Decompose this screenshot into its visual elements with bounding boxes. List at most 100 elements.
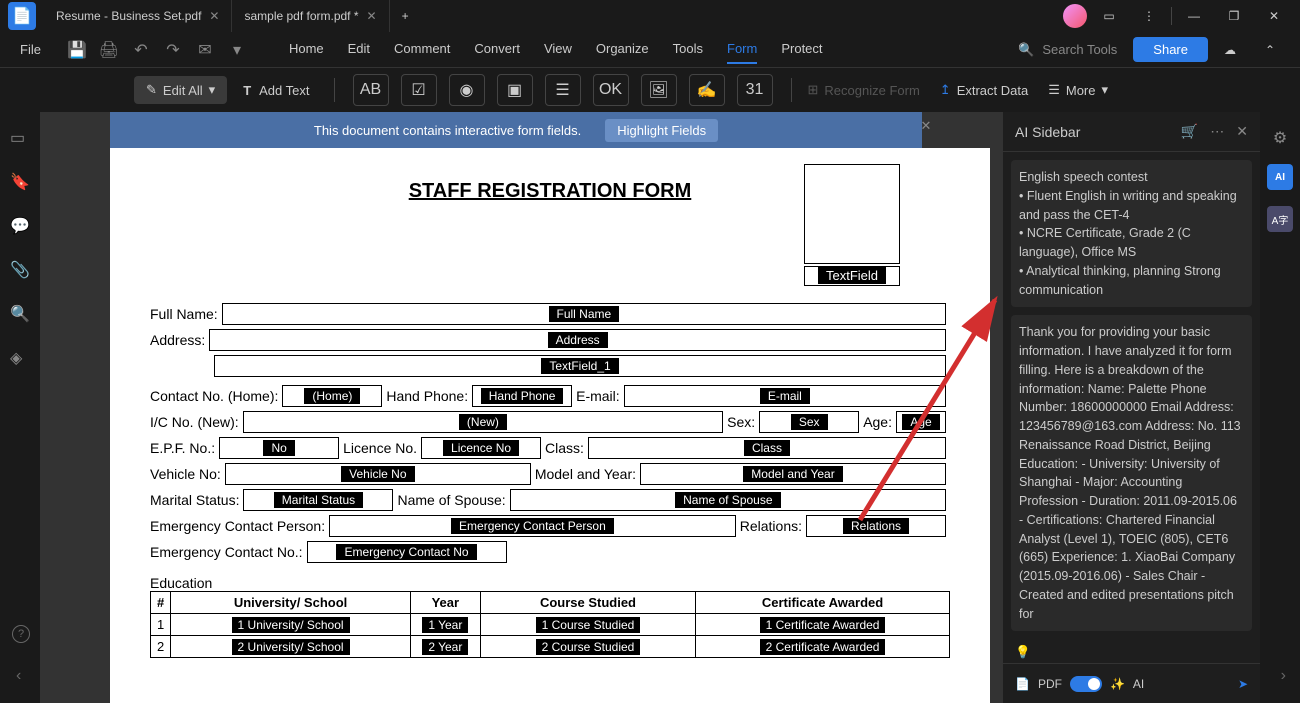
nav-convert[interactable]: Convert — [474, 35, 520, 64]
recognize-form-button[interactable]: ⊞ Recognize Form — [808, 82, 920, 98]
chevron-up-icon[interactable]: ⌃ — [1252, 36, 1288, 64]
input-vehicle[interactable]: Vehicle No — [225, 463, 531, 485]
input-fullname[interactable]: Full Name — [222, 303, 946, 325]
more-button[interactable]: ☰ More ▾ — [1048, 82, 1108, 98]
settings-icon[interactable]: ⚙ — [1273, 128, 1287, 148]
nav-organize[interactable]: Organize — [596, 35, 649, 64]
nav-protect[interactable]: Protect — [781, 35, 822, 64]
dropdown-tool[interactable]: ▣ — [497, 74, 533, 106]
label-hand: Hand Phone: — [386, 388, 468, 404]
banner-message: This document contains interactive form … — [314, 123, 581, 138]
nav-edit[interactable]: Edit — [348, 35, 370, 64]
maximize-button[interactable]: ❐ — [1216, 2, 1252, 30]
thumbnails-icon[interactable]: ▭ — [10, 128, 30, 148]
input-ic[interactable]: (New) — [243, 411, 723, 433]
close-icon[interactable]: ✕ — [367, 9, 377, 23]
button-tool[interactable]: OK — [593, 74, 629, 106]
nav-comment[interactable]: Comment — [394, 35, 450, 64]
chevron-left-icon[interactable]: ‹ — [16, 667, 21, 685]
form-fields-banner: This document contains interactive form … — [110, 112, 922, 148]
extract-data-button[interactable]: ↥ Extract Data — [940, 82, 1028, 98]
window-controls: ▭ ⋮ — ❐ ✕ — [1063, 2, 1300, 30]
hint-icon[interactable]: 💡 — [1011, 639, 1252, 663]
bookmark-icon[interactable]: 🔖 — [10, 172, 30, 192]
input-home[interactable]: (Home) — [282, 385, 382, 407]
redo-icon[interactable]: ↷ — [161, 38, 185, 62]
radio-tool[interactable]: ◉ — [449, 74, 485, 106]
input-sex[interactable]: Sex — [759, 411, 859, 433]
cloud-icon[interactable]: ☁ — [1212, 36, 1248, 64]
share-button[interactable]: Share — [1133, 37, 1208, 62]
tab-resume[interactable]: Resume - Business Set.pdf ✕ — [44, 0, 232, 32]
more-icon[interactable]: ⋯ — [1210, 123, 1224, 140]
input-licence[interactable]: Licence No — [421, 437, 541, 459]
new-tab-button[interactable]: + — [390, 0, 421, 32]
search-tools[interactable]: 🔍 Search Tools — [1018, 42, 1117, 58]
tab-sample-form[interactable]: sample pdf form.pdf * ✕ — [232, 0, 389, 32]
list-tool[interactable]: ☰ — [545, 74, 581, 106]
menu-icon[interactable]: ⋮ — [1131, 2, 1167, 30]
nav-tools[interactable]: Tools — [673, 35, 703, 64]
image-tool[interactable]: 🖼 — [641, 74, 677, 106]
file-menu[interactable]: File — [12, 38, 49, 61]
date-tool[interactable]: 31 — [737, 74, 773, 106]
nav-view[interactable]: View — [544, 35, 572, 64]
input-rel[interactable]: Relations — [806, 515, 946, 537]
search-icon[interactable]: 🔍 — [10, 304, 30, 324]
signature-tool[interactable]: ✍ — [689, 74, 725, 106]
close-button[interactable]: ✕ — [1256, 2, 1292, 30]
photo-placeholder[interactable] — [804, 164, 900, 264]
cart-icon[interactable]: 🛒 — [1181, 123, 1198, 140]
input-ecn[interactable]: Emergency Contact No — [307, 541, 507, 563]
upload-icon: ↥ — [940, 82, 951, 98]
label-model: Model and Year: — [535, 466, 636, 482]
send-icon[interactable]: ➤ — [1238, 677, 1248, 691]
input-epf[interactable]: No — [219, 437, 339, 459]
comment-icon[interactable]: 💬 — [10, 216, 30, 236]
mail-icon[interactable]: ✉ — [193, 38, 217, 62]
help-icon[interactable]: ? — [12, 625, 30, 643]
menubar: File 💾 🖨 ↶ ↷ ✉ ▾ Home Edit Comment Conve… — [0, 32, 1300, 68]
translate-icon[interactable]: A字 — [1267, 206, 1293, 232]
label-epf: E.P.F. No.: — [150, 440, 215, 456]
ai-badge[interactable]: AI — [1267, 164, 1293, 190]
save-icon[interactable]: 💾 — [65, 38, 89, 62]
textfield-box[interactable]: TextField — [804, 266, 900, 286]
nav-home[interactable]: Home — [289, 35, 324, 64]
input-spouse[interactable]: Name of Spouse — [510, 489, 946, 511]
minimize-button[interactable]: — — [1176, 2, 1212, 30]
highlight-fields-button[interactable]: Highlight Fields — [605, 119, 718, 142]
input-hand[interactable]: Hand Phone — [472, 385, 572, 407]
nav-form[interactable]: Form — [727, 35, 757, 64]
label-address: Address: — [150, 332, 205, 348]
chat-icon[interactable]: ▭ — [1091, 2, 1127, 30]
text-icon: T — [243, 83, 251, 98]
input-class[interactable]: Class — [588, 437, 946, 459]
layers-icon[interactable]: ◈ — [10, 348, 30, 368]
input-model[interactable]: Model and Year — [640, 463, 946, 485]
print-icon[interactable]: 🖨 — [97, 38, 121, 62]
label-vehicle: Vehicle No: — [150, 466, 221, 482]
ai-toggle[interactable] — [1070, 676, 1102, 692]
close-icon[interactable]: ✕ — [209, 9, 219, 23]
label-sex: Sex: — [727, 414, 755, 430]
attachment-icon[interactable]: 📎 — [10, 260, 30, 280]
dropdown-icon[interactable]: ▾ — [225, 38, 249, 62]
add-text-button[interactable]: T Add Text — [235, 83, 317, 98]
chevron-right-icon[interactable]: › — [1281, 667, 1286, 685]
avatar[interactable] — [1063, 4, 1087, 28]
input-marital[interactable]: Marital Status — [243, 489, 393, 511]
main-area: ▭ 🔖 💬 📎 🔍 ◈ This document contains inter… — [0, 112, 1300, 703]
input-address2[interactable]: TextField_1 — [214, 355, 946, 377]
input-ecp[interactable]: Emergency Contact Person — [329, 515, 736, 537]
ai-message: English speech contest • Fluent English … — [1011, 160, 1252, 307]
edit-all-button[interactable]: ✎ Edit All ▾ — [134, 76, 227, 104]
banner-close-button[interactable]: ✕ — [914, 118, 938, 134]
input-address[interactable]: Address — [209, 329, 946, 351]
checkbox-tool[interactable]: ☑ — [401, 74, 437, 106]
input-email[interactable]: E-mail — [624, 385, 946, 407]
input-age[interactable]: Age — [896, 411, 946, 433]
textfield-tool[interactable]: AB — [353, 74, 389, 106]
close-icon[interactable]: ✕ — [1236, 123, 1248, 140]
undo-icon[interactable]: ↶ — [129, 38, 153, 62]
